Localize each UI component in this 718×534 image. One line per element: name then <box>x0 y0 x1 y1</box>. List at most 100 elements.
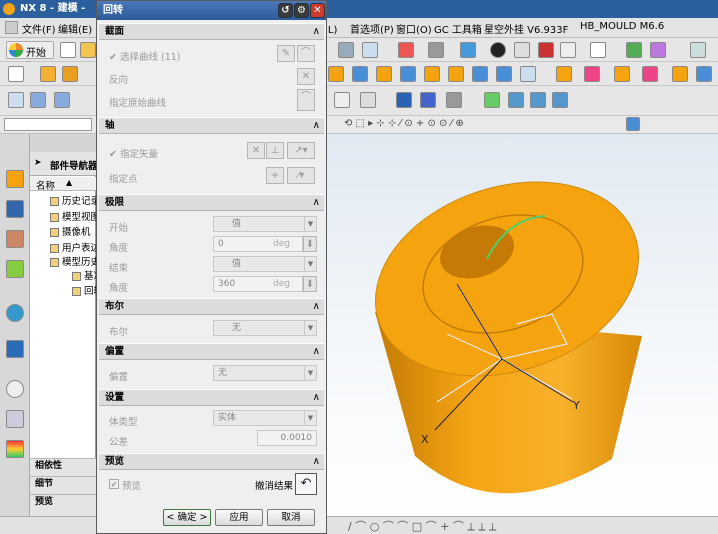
pencil-icon[interactable] <box>650 42 666 58</box>
cancel-button[interactable]: 取消 <box>267 509 315 526</box>
settings-icon[interactable]: ⚙ <box>294 3 309 18</box>
point-dialog-icon[interactable]: + <box>266 167 284 184</box>
select-curve-label[interactable]: ✔ 选择曲线 (11) <box>109 49 181 63</box>
menu-item[interactable]: 首选项(P) <box>350 21 394 36</box>
new-file-icon[interactable] <box>60 42 76 58</box>
shade-icon[interactable] <box>514 42 530 58</box>
curve-select-icon[interactable]: ⌒ <box>297 45 315 62</box>
web-browser-icon[interactable] <box>6 304 24 322</box>
menu-item[interactable]: 编辑(E) <box>58 21 92 36</box>
intersect-icon[interactable] <box>642 66 658 82</box>
menu-item[interactable]: 窗口(O) <box>396 21 432 36</box>
pocket-icon[interactable] <box>376 66 392 82</box>
graphics-window[interactable]: X Y <box>327 134 718 516</box>
section-header-offset[interactable]: 偏置 ∧ <box>99 343 324 360</box>
groove-icon[interactable] <box>448 66 464 82</box>
view-cube-icon[interactable] <box>626 117 640 131</box>
arrow-icon[interactable] <box>626 42 642 58</box>
wcs-icon[interactable] <box>8 92 24 108</box>
tolerance-input[interactable]: 0.0010 <box>257 430 317 446</box>
section-icon[interactable] <box>552 92 568 108</box>
snap-point-icons[interactable]: ⟲ ⬚ ▸ ⊹ ⊹ ⁄ ⊙ + ⊙ ⊙ ⁄ ⊕ <box>344 118 464 129</box>
layer-icon[interactable] <box>30 92 46 108</box>
color-box-icon[interactable] <box>590 42 606 58</box>
layer-red-icon[interactable] <box>398 42 414 58</box>
constraint-nav-icon[interactable] <box>6 200 24 218</box>
checkmark-icon[interactable] <box>484 92 500 108</box>
layer-stack-icon[interactable] <box>54 92 70 108</box>
tab-preview[interactable]: 预览 <box>30 494 96 510</box>
section-header-section[interactable]: 截面 ∧ <box>99 23 324 40</box>
cube-wire-icon[interactable] <box>560 42 576 58</box>
section-header-preview[interactable]: 预览 ∧ <box>99 453 324 470</box>
sketch-tools-icons[interactable]: / ⌒ ○ ⌒ ⌒ □ ⌒ + ⌒ ⟂ ⟂ ⟂ <box>348 518 496 534</box>
end-type-select[interactable]: 值 ▼ <box>213 256 317 272</box>
sketch-section-icon[interactable]: ✎ <box>277 45 295 62</box>
tab-dependencies[interactable]: 相依性 <box>30 458 96 474</box>
hole-icon[interactable] <box>328 66 344 82</box>
section-header-boolean[interactable]: 布尔 ∧ <box>99 298 324 315</box>
start-angle-option-icon[interactable]: ⬇ <box>303 236 317 252</box>
shell-icon[interactable] <box>520 66 536 82</box>
boolean-select[interactable]: 无 ▼ <box>213 320 317 336</box>
tree-node[interactable]: 模型视图 <box>50 209 100 223</box>
tree-node[interactable]: 摄像机 <box>50 224 91 238</box>
origin-curve-icon[interactable]: ⌒ <box>297 89 315 111</box>
paint-icon[interactable] <box>334 92 350 108</box>
chamfer-icon[interactable] <box>496 66 512 82</box>
column-header[interactable]: 名称 ▲ <box>30 177 96 192</box>
view-orient-icon[interactable] <box>338 42 354 58</box>
snap-icon[interactable] <box>362 42 378 58</box>
reuse-library-icon[interactable] <box>6 260 24 278</box>
pattern-icon[interactable] <box>672 66 688 82</box>
palette-icon[interactable] <box>6 440 24 458</box>
menu-item[interactable]: GC 工具箱 <box>434 21 482 36</box>
sync-icon[interactable] <box>508 92 524 108</box>
menu-item[interactable]: 星空外挂 V6.933F <box>484 21 568 36</box>
brush-icon[interactable] <box>690 42 706 58</box>
sweep-icon[interactable] <box>428 42 444 58</box>
reverse-icon[interactable]: ✕ <box>297 68 315 85</box>
history-icon[interactable] <box>6 340 24 358</box>
start-button[interactable]: 开始 ▾ <box>6 41 54 70</box>
specify-vector-label[interactable]: ✔ 指定矢量 <box>109 146 158 160</box>
vector-dropdown[interactable]: ↗▾ <box>287 142 315 159</box>
body-type-select[interactable]: 实体 ▼ <box>213 410 317 426</box>
subtract-icon[interactable] <box>614 66 630 82</box>
measure-icon[interactable] <box>530 92 546 108</box>
extrude-icon[interactable] <box>40 66 56 82</box>
point-dropdown[interactable]: ⁄▾ <box>287 167 315 184</box>
clock-icon[interactable] <box>6 380 24 398</box>
cube-red-icon[interactable] <box>538 42 554 58</box>
vector-dialog-icon[interactable]: ⊥ <box>266 142 284 159</box>
slot-icon[interactable] <box>424 66 440 82</box>
sketch-icon[interactable] <box>8 66 24 82</box>
unite-icon[interactable] <box>584 66 600 82</box>
tab-details[interactable]: 细节 <box>30 476 96 492</box>
close-icon[interactable]: ✕ <box>310 3 325 18</box>
menu-item[interactable]: HB_MOULD M6.6 <box>580 21 664 32</box>
apply-button[interactable]: 应用 <box>215 509 263 526</box>
selection-filter[interactable] <box>4 118 92 131</box>
cube-blue-icon[interactable] <box>460 42 476 58</box>
reverse-vector-icon[interactable]: ✕ <box>247 142 265 159</box>
end-angle-option-icon[interactable]: ⬇ <box>303 276 317 292</box>
offset-select[interactable]: 无 ▼ <box>213 365 317 381</box>
reset-icon[interactable]: ↺ <box>278 3 293 18</box>
section-header-limits[interactable]: 极限 ∧ <box>99 194 324 211</box>
roles-icon[interactable] <box>6 410 24 428</box>
ok-button[interactable]: < 确定 > <box>163 509 211 526</box>
open-folder-icon[interactable] <box>80 42 96 58</box>
trim-icon[interactable] <box>556 66 572 82</box>
feature-edit-icon[interactable] <box>446 92 462 108</box>
revolve-icon[interactable] <box>62 66 78 82</box>
blend-icon[interactable] <box>472 66 488 82</box>
menu-item[interactable]: 文件(F) <box>22 21 56 36</box>
part-nav-icon[interactable] <box>6 230 24 248</box>
edit-icon[interactable] <box>360 92 376 108</box>
cylinder-icon[interactable] <box>396 92 412 108</box>
sphere-icon[interactable] <box>490 42 506 58</box>
undo-result-icon[interactable]: ↶ <box>295 473 317 495</box>
boss-icon[interactable] <box>352 66 368 82</box>
mirror-icon[interactable] <box>696 66 712 82</box>
